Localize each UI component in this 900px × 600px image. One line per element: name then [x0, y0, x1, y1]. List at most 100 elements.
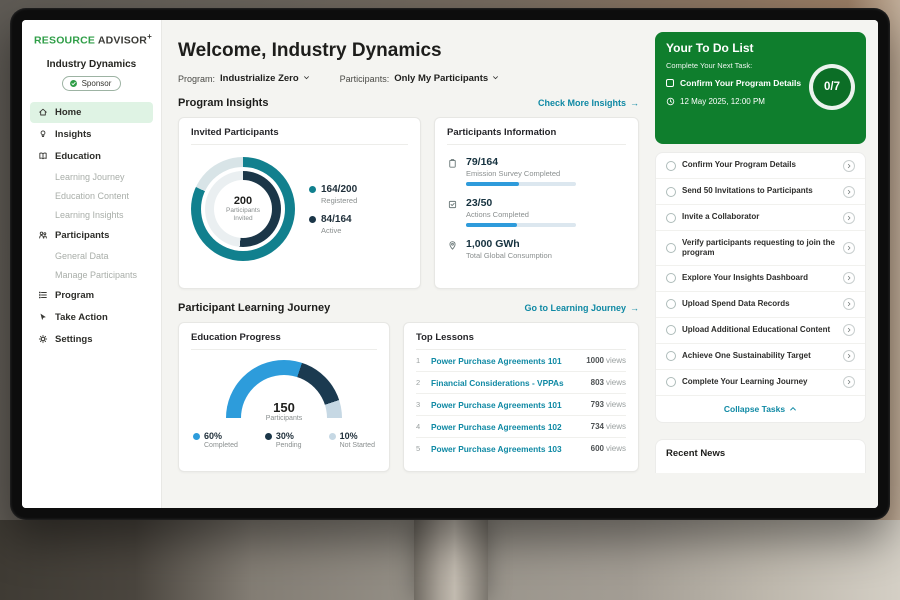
chevron-right-icon[interactable] [843, 350, 855, 362]
lesson-row: 5 Power Purchase Agreements 103 600views [416, 438, 626, 459]
checkbox-icon[interactable] [666, 377, 676, 387]
education-progress-card: Education Progress 150 Participants [178, 322, 390, 472]
lesson-title-link[interactable]: Power Purchase Agreements 101 [431, 356, 580, 366]
sidebar-item-label: Learning Insights [55, 210, 124, 220]
legend-label: Completed [204, 442, 238, 449]
sidebar-item-label: Settings [55, 334, 92, 345]
section-title: Program Insights [178, 97, 268, 109]
task-row-send-invitations[interactable]: Send 50 Invitations to Participants [656, 179, 865, 205]
sidebar-item-program[interactable]: Program [30, 285, 153, 306]
link-label: Go to Learning Journey [524, 303, 626, 313]
chevron-right-icon[interactable] [843, 376, 855, 388]
task-label: Achieve One Sustainability Target [682, 351, 837, 361]
chevron-right-icon[interactable] [843, 186, 855, 198]
checkbox-icon[interactable] [666, 79, 674, 87]
checkbox-icon[interactable] [666, 243, 676, 253]
lesson-title-link[interactable]: Power Purchase Agreements 103 [431, 444, 585, 454]
lesson-row: 3 Power Purchase Agreements 101 793views [416, 394, 626, 416]
location-pin-icon [447, 240, 458, 251]
lesson-row: 1 Power Purchase Agreements 101 1000view… [416, 350, 626, 372]
participants-filter[interactable]: Participants: Only My Participants [340, 73, 500, 84]
sidebar-item-learning-insights[interactable]: Learning Insights [30, 206, 153, 224]
lesson-title-link[interactable]: Power Purchase Agreements 102 [431, 422, 585, 432]
teal-dot-icon [309, 186, 316, 193]
task-row-explore-insights[interactable]: Explore Your Insights Dashboard [656, 266, 865, 292]
todo-next-task[interactable]: Confirm Your Program Details [666, 78, 811, 89]
list-icon [38, 290, 48, 300]
stat-value: 1,000 GWh [466, 238, 552, 250]
sidebar-item-take-action[interactable]: Take Action [30, 307, 153, 328]
legend-item-not-started: 10% Not Started [329, 431, 375, 449]
go-to-learning-journey-link[interactable]: Go to Learning Journey → [524, 303, 639, 313]
checkbox-icon[interactable] [666, 325, 676, 335]
page-title: Welcome, Industry Dynamics [178, 40, 639, 62]
checkbox-icon[interactable] [666, 351, 676, 361]
lesson-title-link[interactable]: Power Purchase Agreements 101 [431, 400, 585, 410]
sidebar-item-insights[interactable]: Insights [30, 124, 153, 145]
lesson-rank: 2 [416, 378, 425, 387]
views-word: views [606, 378, 626, 387]
legend-item-registered: 164/200 Registered [309, 184, 357, 205]
sidebar-item-general-data[interactable]: General Data [30, 247, 153, 265]
sidebar-item-label: General Data [55, 251, 109, 261]
lesson-views-count: 803 [591, 378, 604, 387]
book-icon [38, 151, 48, 161]
sidebar-item-label: Insights [55, 129, 91, 140]
top-lessons-card: Top Lessons 1 Power Purchase Agreements … [403, 322, 639, 472]
collapse-tasks-button[interactable]: Collapse Tasks [656, 396, 865, 422]
task-row-upload-educational-content[interactable]: Upload Additional Educational Content [656, 318, 865, 344]
chevron-right-icon[interactable] [843, 298, 855, 310]
app-logo: RESOURCE ADVISOR+ [22, 20, 161, 47]
chevron-right-icon[interactable] [843, 272, 855, 284]
legend-label: Pending [276, 442, 302, 449]
lesson-rank: 5 [416, 444, 425, 453]
sidebar-item-education-content[interactable]: Education Content [30, 187, 153, 205]
stat-emission-survey: 79/164 Emission Survey Completed [447, 156, 626, 186]
sidebar-item-home[interactable]: Home [30, 102, 153, 123]
sponsor-badge[interactable]: Sponsor [62, 76, 122, 91]
lesson-title-link[interactable]: Financial Considerations - VPPAs [431, 378, 585, 388]
learning-journey-header: Participant Learning Journey Go to Learn… [178, 302, 639, 314]
checkbox-icon[interactable] [666, 213, 676, 223]
arrow-right-icon: → [630, 98, 639, 108]
sidebar-item-education[interactable]: Education [30, 146, 153, 167]
legend-label: Not Started [340, 442, 375, 449]
home-icon [38, 107, 48, 117]
check-more-insights-link[interactable]: Check More Insights → [538, 98, 639, 108]
task-row-invite-collaborator[interactable]: Invite a Collaborator [656, 205, 865, 231]
cursor-action-icon [38, 312, 48, 322]
chevron-right-icon[interactable] [843, 160, 855, 172]
task-row-achieve-target[interactable]: Achieve One Sustainability Target [656, 344, 865, 370]
legend-label: Registered [321, 196, 357, 205]
chevron-right-icon[interactable] [843, 324, 855, 336]
sidebar-item-label: Education Content [55, 191, 129, 201]
lesson-views-count: 734 [591, 422, 604, 431]
checkbox-icon[interactable] [666, 187, 676, 197]
chevron-right-icon[interactable] [843, 242, 855, 254]
chevron-right-icon[interactable] [843, 212, 855, 224]
sidebar-item-participants[interactable]: Participants [30, 225, 153, 246]
checkbox-icon[interactable] [666, 161, 676, 171]
program-filter[interactable]: Program: Industrialize Zero [178, 73, 310, 84]
recent-news-title: Recent News [666, 448, 725, 459]
lesson-views-count: 793 [591, 400, 604, 409]
gear-icon [38, 334, 48, 344]
insights-cards-row: Invited Participants 200 Participants In… [178, 117, 639, 289]
logo-text-advisor: ADVISOR [98, 35, 147, 47]
checkbox-icon[interactable] [666, 299, 676, 309]
sidebar-item-settings[interactable]: Settings [30, 329, 153, 350]
card-title: Invited Participants [191, 127, 408, 145]
task-label: Send 50 Invitations to Participants [682, 186, 837, 196]
views-word: views [606, 356, 626, 365]
task-row-verify-participants[interactable]: Verify participants requesting to join t… [656, 231, 865, 266]
sidebar-item-manage-participants[interactable]: Manage Participants [30, 266, 153, 284]
task-label: Verify participants requesting to join t… [682, 238, 837, 259]
sidebar-item-learning-journey[interactable]: Learning Journey [30, 168, 153, 186]
checkbox-icon[interactable] [666, 273, 676, 283]
legend-item-completed: 60% Completed [193, 431, 238, 449]
task-row-complete-learning-journey[interactable]: Complete Your Learning Journey [656, 370, 865, 396]
photo-background: RESOURCE ADVISOR+ Industry Dynamics Spon… [0, 0, 900, 600]
education-legend: 60% Completed 30% Pending [191, 431, 377, 449]
task-row-upload-spend-data[interactable]: Upload Spend Data Records [656, 292, 865, 318]
task-row-confirm-program[interactable]: Confirm Your Program Details [656, 153, 865, 179]
